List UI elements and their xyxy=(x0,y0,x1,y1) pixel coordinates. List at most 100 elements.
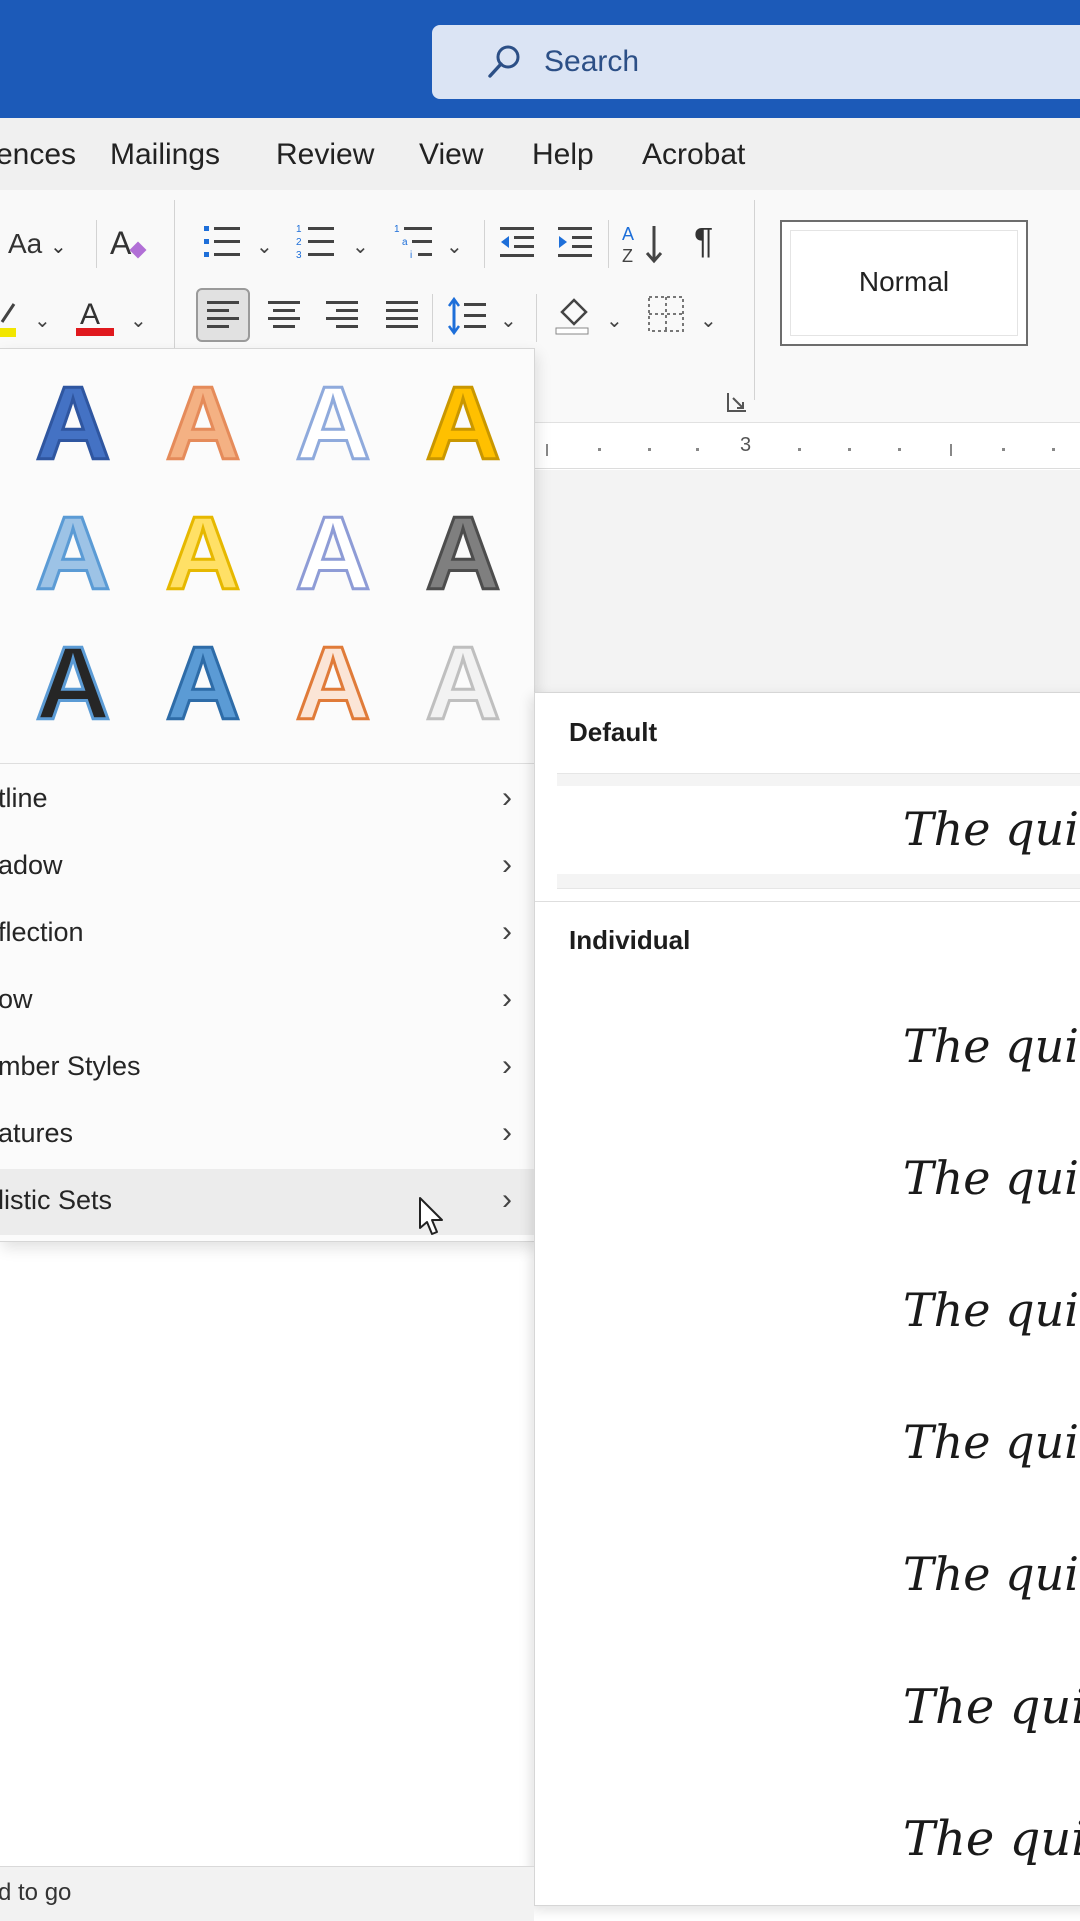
ruler-tick xyxy=(950,444,952,456)
text-effect-swatch[interactable]: A xyxy=(278,621,388,744)
text-effect-letter: A xyxy=(295,626,370,741)
menu-item-reflection[interactable]: flection › xyxy=(0,901,534,967)
stylistic-set-option[interactable]: The quick xyxy=(903,1679,1080,1735)
tab-view[interactable]: View xyxy=(419,138,483,172)
chevron-down-icon[interactable]: ⌄ xyxy=(606,308,623,333)
increase-indent-icon[interactable] xyxy=(556,222,594,269)
clear-formatting-icon[interactable]: A xyxy=(108,220,152,273)
svg-text:1: 1 xyxy=(296,224,302,235)
menu-item-glow[interactable]: ow › xyxy=(0,968,534,1034)
menu-item-shadow[interactable]: adow › xyxy=(0,834,534,900)
section-header-individual: Individual xyxy=(569,925,691,955)
separator xyxy=(536,294,537,342)
stylistic-set-option[interactable]: The quick xyxy=(903,1019,1080,1073)
ribbon-tabs: ences Mailings Review View Help Acrobat xyxy=(0,118,1080,190)
svg-text:2: 2 xyxy=(296,237,302,248)
stylistic-set-option[interactable]: The quick xyxy=(903,1547,1080,1601)
decrease-indent-icon[interactable] xyxy=(498,222,536,269)
align-left-icon[interactable] xyxy=(196,288,250,342)
chevron-down-icon[interactable]: ⌄ xyxy=(34,308,51,333)
tab-review[interactable]: Review xyxy=(276,138,374,172)
text-effect-swatch[interactable]: A xyxy=(148,361,258,484)
menu-item-label: ow xyxy=(0,984,33,1014)
text-effect-swatch[interactable]: A xyxy=(148,491,258,614)
align-center-icon[interactable] xyxy=(264,290,304,347)
text-effect-swatch[interactable]: A xyxy=(148,621,258,744)
svg-text:A: A xyxy=(622,224,634,244)
chevron-down-icon[interactable]: ⌄ xyxy=(500,308,517,333)
text-effect-letter: A xyxy=(35,496,110,611)
text-effect-letter: A xyxy=(35,626,110,741)
justify-icon[interactable] xyxy=(382,290,422,347)
menu-item-number-styles[interactable]: mber Styles › xyxy=(0,1035,534,1101)
chevron-down-icon[interactable]: ⌄ xyxy=(446,234,463,259)
change-case-label: Aa xyxy=(8,228,43,259)
align-right-icon[interactable] xyxy=(322,290,362,347)
ruler-tick xyxy=(546,444,548,456)
tab-references[interactable]: ences xyxy=(0,138,76,172)
search-box[interactable]: Search xyxy=(432,25,1080,99)
chevron-right-icon: › xyxy=(502,1049,512,1082)
text-effect-letter: A xyxy=(295,496,370,611)
ruler-dot xyxy=(648,448,651,451)
menu-item-outline[interactable]: tline › xyxy=(0,767,534,833)
text-effect-letter: A xyxy=(425,626,500,741)
text-effect-swatch[interactable]: A xyxy=(18,361,128,484)
show-formatting-icon[interactable]: ¶ xyxy=(694,220,713,262)
highlight-icon[interactable] xyxy=(0,298,20,349)
sort-icon[interactable]: AZ xyxy=(620,220,666,273)
chevron-down-icon[interactable]: ⌄ xyxy=(700,308,717,333)
stylistic-set-option[interactable]: The quick xyxy=(903,1415,1080,1469)
text-effect-swatch[interactable]: A xyxy=(408,361,518,484)
title-bar: Search xyxy=(0,0,1080,118)
borders-icon[interactable] xyxy=(646,294,686,343)
menu-item-label: flection xyxy=(0,917,84,947)
chevron-down-icon[interactable]: ⌄ xyxy=(130,308,147,333)
font-color-icon[interactable]: A xyxy=(74,294,116,347)
menu-item-label: adow xyxy=(0,850,63,880)
text-effect-swatch[interactable]: A xyxy=(18,491,128,614)
stylistic-set-option[interactable]: The quick xyxy=(903,1811,1080,1867)
chevron-right-icon: › xyxy=(502,982,512,1015)
stylistic-set-option[interactable]: The quick xyxy=(903,1283,1080,1337)
svg-text:1: 1 xyxy=(394,224,400,235)
ruler-dot xyxy=(598,448,601,451)
ruler-dot xyxy=(696,448,699,451)
text-effect-swatch[interactable]: A xyxy=(278,361,388,484)
search-placeholder: Search xyxy=(544,45,640,78)
menu-item-ligatures[interactable]: atures › xyxy=(0,1102,534,1168)
text-effect-swatch[interactable]: A xyxy=(408,491,518,614)
separator xyxy=(754,200,755,400)
bullets-icon[interactable] xyxy=(202,222,242,269)
tab-acrobat[interactable]: Acrobat xyxy=(642,138,745,172)
dialog-launcher-icon[interactable] xyxy=(726,388,748,420)
svg-text:A: A xyxy=(110,225,132,261)
menu-item-stylistic-sets[interactable]: listic Sets › xyxy=(0,1169,534,1235)
shading-icon[interactable] xyxy=(552,292,594,345)
stylistic-set-option[interactable]: The quick xyxy=(903,1151,1080,1205)
status-text: d to go xyxy=(0,1879,72,1906)
menu-item-label: tline xyxy=(0,783,48,813)
chevron-down-icon[interactable]: ⌄ xyxy=(352,234,369,259)
chevron-right-icon: › xyxy=(502,915,512,948)
multilevel-list-icon[interactable]: 1ai xyxy=(394,222,434,269)
search-icon xyxy=(484,42,524,82)
text-effect-swatch[interactable]: A xyxy=(18,621,128,744)
ruler-number: 3 xyxy=(740,434,752,456)
chevron-right-icon: › xyxy=(502,1183,512,1216)
text-effect-swatch[interactable]: A xyxy=(278,491,388,614)
menu-item-label: mber Styles xyxy=(0,1051,141,1081)
chevron-down-icon[interactable]: ⌄ xyxy=(256,234,273,259)
text-effect-swatch[interactable]: A xyxy=(408,621,518,744)
ruler-dot xyxy=(798,448,801,451)
separator xyxy=(432,294,433,342)
line-spacing-icon[interactable] xyxy=(446,294,490,347)
text-effects-menu: AAAAAAAAAAAA tline › adow › flection › o… xyxy=(0,348,535,1242)
numbering-icon[interactable]: 1 2 3 xyxy=(296,222,336,269)
style-normal[interactable]: Normal xyxy=(780,220,1028,346)
separator xyxy=(608,220,609,268)
stylistic-set-default[interactable]: The quick xyxy=(557,773,1080,889)
tab-help[interactable]: Help xyxy=(532,138,594,172)
change-case-button[interactable]: Aa ⌄ xyxy=(8,228,67,260)
tab-mailings[interactable]: Mailings xyxy=(110,138,220,172)
